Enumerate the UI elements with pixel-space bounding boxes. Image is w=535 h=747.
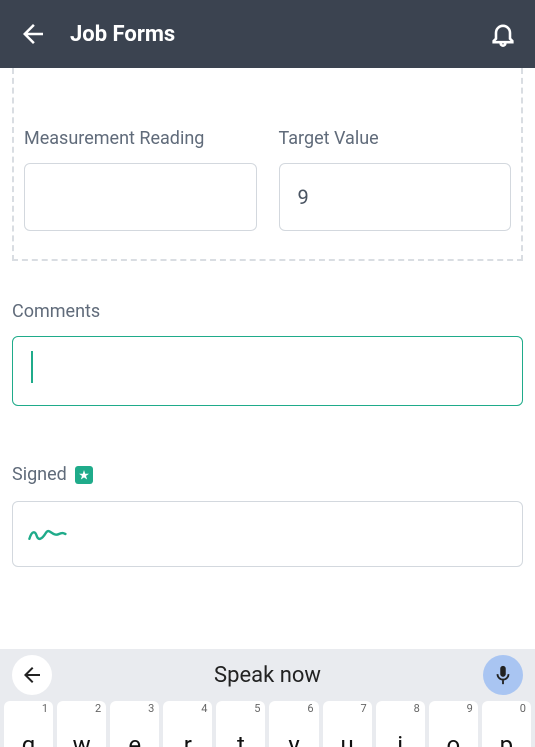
key-letter: i: [397, 733, 403, 747]
signature-input[interactable]: [12, 501, 523, 567]
key-letter: u: [340, 733, 353, 747]
key-p[interactable]: 0p: [482, 701, 531, 747]
comments-input[interactable]: [12, 336, 523, 406]
key-w[interactable]: 2w: [57, 701, 106, 747]
key-letter: r: [184, 733, 192, 747]
key-superscript: 3: [148, 702, 154, 715]
measurement-label: Measurement Reading: [24, 128, 257, 149]
key-superscript: 1: [42, 702, 48, 715]
keyboard-back-button[interactable]: [12, 655, 52, 695]
key-o[interactable]: 9o: [429, 701, 478, 747]
header-left: Job Forms: [18, 19, 175, 49]
signed-label: Signed: [12, 464, 67, 485]
key-superscript: 2: [95, 702, 101, 715]
key-letter: p: [500, 733, 513, 747]
key-letter: w: [73, 733, 91, 747]
text-cursor: [31, 351, 33, 383]
key-letter: e: [128, 733, 141, 747]
key-letter: q: [22, 733, 36, 747]
signed-title: Signed: [12, 464, 523, 485]
target-value: 9: [298, 185, 309, 209]
key-letter: t: [237, 733, 245, 747]
measurement-input[interactable]: [24, 163, 257, 231]
keyboard-toolbar: Speak now: [0, 649, 535, 701]
key-i[interactable]: 8i: [376, 701, 425, 747]
key-letter: y: [288, 733, 299, 747]
key-letter: o: [446, 733, 460, 747]
soft-keyboard: Speak now 1q2w3e4r5t6y7u8i9o0p: [0, 649, 535, 747]
key-t[interactable]: 5t: [216, 701, 265, 747]
key-superscript: 9: [467, 702, 473, 715]
target-input[interactable]: 9: [279, 163, 512, 231]
signed-section: Signed: [12, 464, 523, 567]
measurement-field: Measurement Reading: [24, 128, 257, 231]
key-e[interactable]: 3e: [110, 701, 159, 747]
required-badge-icon: [75, 466, 93, 484]
key-superscript: 8: [414, 702, 420, 715]
signature-mark-icon: [27, 522, 67, 546]
microphone-button[interactable]: [483, 655, 523, 695]
key-y[interactable]: 6y: [269, 701, 318, 747]
reading-card: Measurement Reading Target Value 9: [12, 68, 523, 261]
target-field: Target Value 9: [279, 128, 512, 231]
key-superscript: 6: [307, 702, 313, 715]
key-superscript: 7: [360, 702, 366, 715]
target-label: Target Value: [279, 128, 512, 149]
key-u[interactable]: 7u: [323, 701, 372, 747]
keyboard-prompt: Speak now: [214, 663, 321, 688]
key-superscript: 0: [520, 702, 526, 715]
notifications-icon[interactable]: [489, 20, 517, 48]
key-superscript: 4: [201, 702, 207, 715]
key-q[interactable]: 1q: [4, 701, 53, 747]
comments-section: Comments: [12, 301, 523, 406]
comments-label: Comments: [12, 301, 523, 322]
app-header: Job Forms: [0, 0, 535, 68]
key-superscript: 5: [254, 702, 260, 715]
keyboard-row: 1q2w3e4r5t6y7u8i9o0p: [0, 701, 535, 747]
page-title: Job Forms: [70, 22, 175, 47]
back-arrow-icon[interactable]: [18, 19, 48, 49]
key-r[interactable]: 4r: [163, 701, 212, 747]
